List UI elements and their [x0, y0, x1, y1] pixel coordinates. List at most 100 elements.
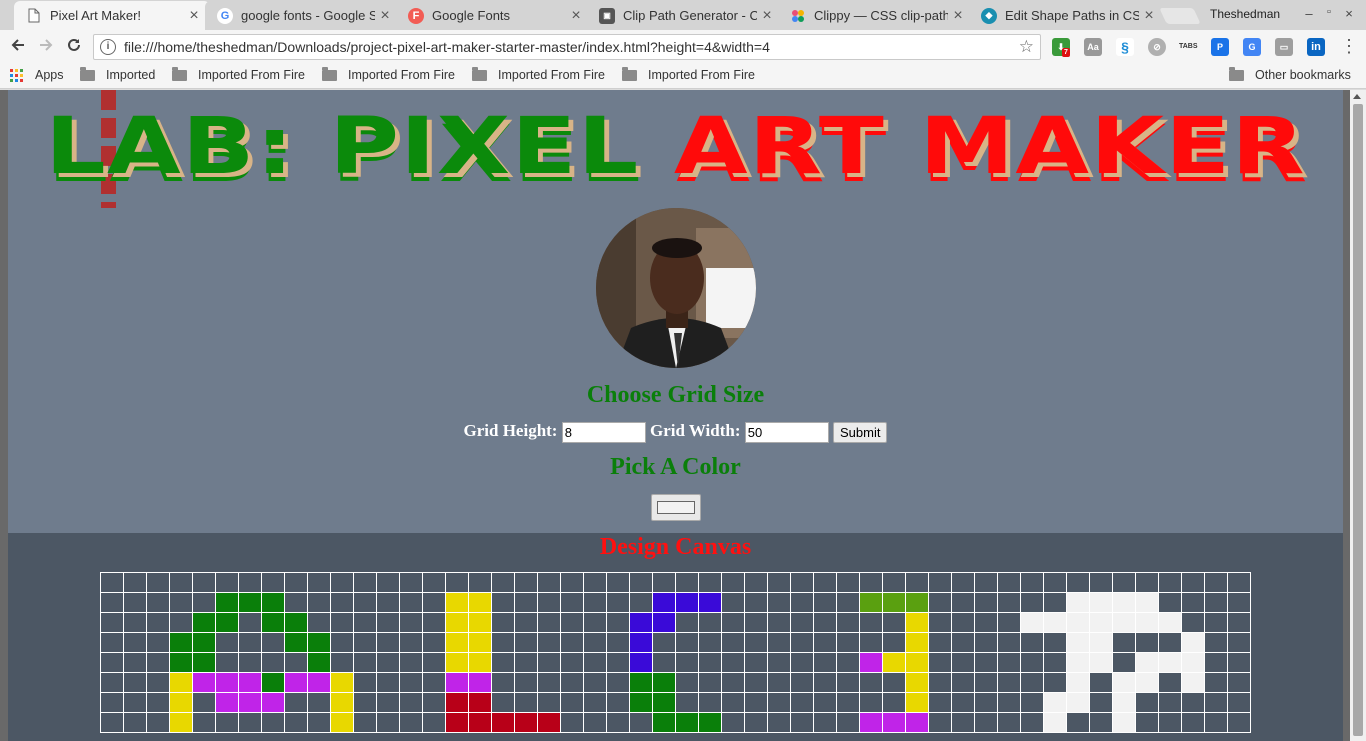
grid-cell[interactable]: [721, 612, 745, 633]
grid-cell[interactable]: [560, 672, 584, 693]
grid-cell[interactable]: [882, 592, 906, 613]
grid-cell[interactable]: [836, 652, 860, 673]
grid-cell[interactable]: [491, 592, 515, 613]
bookmark-folder[interactable]: Imported: [80, 66, 155, 82]
grid-cell[interactable]: [1020, 572, 1044, 593]
grid-cell[interactable]: [399, 572, 423, 593]
bookmark-apps[interactable]: Apps: [10, 68, 64, 82]
tab-google-fonts[interactable]: F Google Fonts ×: [396, 1, 592, 30]
grid-cell[interactable]: [652, 592, 676, 613]
grid-cell[interactable]: [698, 632, 722, 653]
grid-cell[interactable]: [560, 632, 584, 653]
grid-cell[interactable]: [215, 572, 239, 593]
grid-cell[interactable]: [974, 612, 998, 633]
minimize-icon[interactable]: –: [1301, 6, 1317, 21]
menu-dots-icon[interactable]: ⋮: [1340, 36, 1358, 56]
grid-cell[interactable]: [422, 692, 446, 713]
grid-cell[interactable]: [721, 692, 745, 713]
grid-cell[interactable]: [1089, 672, 1113, 693]
grid-cell[interactable]: [100, 572, 124, 593]
grid-cell[interactable]: [1204, 572, 1228, 593]
grid-cell[interactable]: [1043, 632, 1067, 653]
cast-extension-icon[interactable]: ▭: [1275, 38, 1293, 56]
grid-cell[interactable]: [514, 632, 538, 653]
info-icon[interactable]: i: [100, 39, 116, 55]
grid-cell[interactable]: [882, 572, 906, 593]
grid-cell[interactable]: [698, 692, 722, 713]
grid-cell[interactable]: [1043, 612, 1067, 633]
close-window-icon[interactable]: ×: [1341, 6, 1357, 21]
grid-cell[interactable]: [422, 652, 446, 673]
grid-cell[interactable]: [652, 692, 676, 713]
grid-cell[interactable]: [1158, 692, 1182, 713]
grid-cell[interactable]: [836, 612, 860, 633]
grid-cell[interactable]: [215, 632, 239, 653]
grid-cell[interactable]: [1135, 572, 1159, 593]
grid-cell[interactable]: [215, 592, 239, 613]
grid-cell[interactable]: [376, 632, 400, 653]
grid-cell[interactable]: [675, 712, 699, 733]
grid-cell[interactable]: [491, 712, 515, 733]
grid-cell[interactable]: [1158, 592, 1182, 613]
grid-cell[interactable]: [376, 572, 400, 593]
grid-cell[interactable]: [951, 592, 975, 613]
grid-cell[interactable]: [721, 652, 745, 673]
grid-cell[interactable]: [238, 632, 262, 653]
grid-cell[interactable]: [560, 652, 584, 673]
grid-cell[interactable]: [974, 592, 998, 613]
grid-cell[interactable]: [1020, 652, 1044, 673]
bookmark-folder[interactable]: Imported From Fire: [322, 66, 456, 82]
tab-clip-path-generator[interactable]: ▣ Clip Path Generator - C ×: [587, 1, 783, 30]
grid-cell[interactable]: [468, 692, 492, 713]
grid-cell[interactable]: [307, 632, 331, 653]
grid-cell[interactable]: [974, 632, 998, 653]
grid-cell[interactable]: [215, 612, 239, 633]
grid-cell[interactable]: [836, 712, 860, 733]
grid-cell[interactable]: [537, 652, 561, 673]
grid-cell[interactable]: [261, 592, 285, 613]
grid-cell[interactable]: [606, 592, 630, 613]
grid-cell[interactable]: [146, 612, 170, 633]
grid-cell[interactable]: [836, 572, 860, 593]
grid-cell[interactable]: [744, 692, 768, 713]
grid-cell[interactable]: [1181, 692, 1205, 713]
grid-cell[interactable]: [1089, 612, 1113, 633]
back-arrow-icon[interactable]: [6, 35, 30, 59]
forward-arrow-icon[interactable]: [34, 35, 58, 59]
grid-cell[interactable]: [583, 572, 607, 593]
grid-cell[interactable]: [1227, 632, 1251, 653]
grid-cell[interactable]: [468, 652, 492, 673]
grid-cell[interactable]: [468, 612, 492, 633]
grid-cell[interactable]: [491, 652, 515, 673]
grid-cell[interactable]: [1181, 672, 1205, 693]
grid-cell[interactable]: [859, 712, 883, 733]
grid-cell[interactable]: [652, 652, 676, 673]
blocked-extension-icon[interactable]: ⊘: [1148, 38, 1166, 56]
grid-cell[interactable]: [514, 692, 538, 713]
grid-cell[interactable]: [284, 712, 308, 733]
grid-cell[interactable]: [192, 572, 216, 593]
grid-cell[interactable]: [1204, 652, 1228, 673]
grid-cell[interactable]: [123, 632, 147, 653]
grid-cell[interactable]: [629, 652, 653, 673]
grid-cell[interactable]: [560, 712, 584, 733]
grid-cell[interactable]: [537, 572, 561, 593]
close-tab-icon[interactable]: ×: [757, 7, 777, 25]
grid-cell[interactable]: [445, 632, 469, 653]
grid-cell[interactable]: [675, 652, 699, 673]
grid-cell[interactable]: [744, 652, 768, 673]
grid-cell[interactable]: [192, 672, 216, 693]
pixel-canvas[interactable]: [100, 572, 1251, 733]
grid-cell[interactable]: [905, 652, 929, 673]
grid-cell[interactable]: [836, 672, 860, 693]
grid-cell[interactable]: [238, 652, 262, 673]
grid-cell[interactable]: [1181, 652, 1205, 673]
grid-cell[interactable]: [928, 592, 952, 613]
grid-cell[interactable]: [238, 612, 262, 633]
grid-cell[interactable]: [1135, 712, 1159, 733]
grid-cell[interactable]: [1066, 692, 1090, 713]
grid-cell[interactable]: [928, 632, 952, 653]
grid-cell[interactable]: [445, 612, 469, 633]
grid-cell[interactable]: [215, 672, 239, 693]
grid-cell[interactable]: [859, 652, 883, 673]
